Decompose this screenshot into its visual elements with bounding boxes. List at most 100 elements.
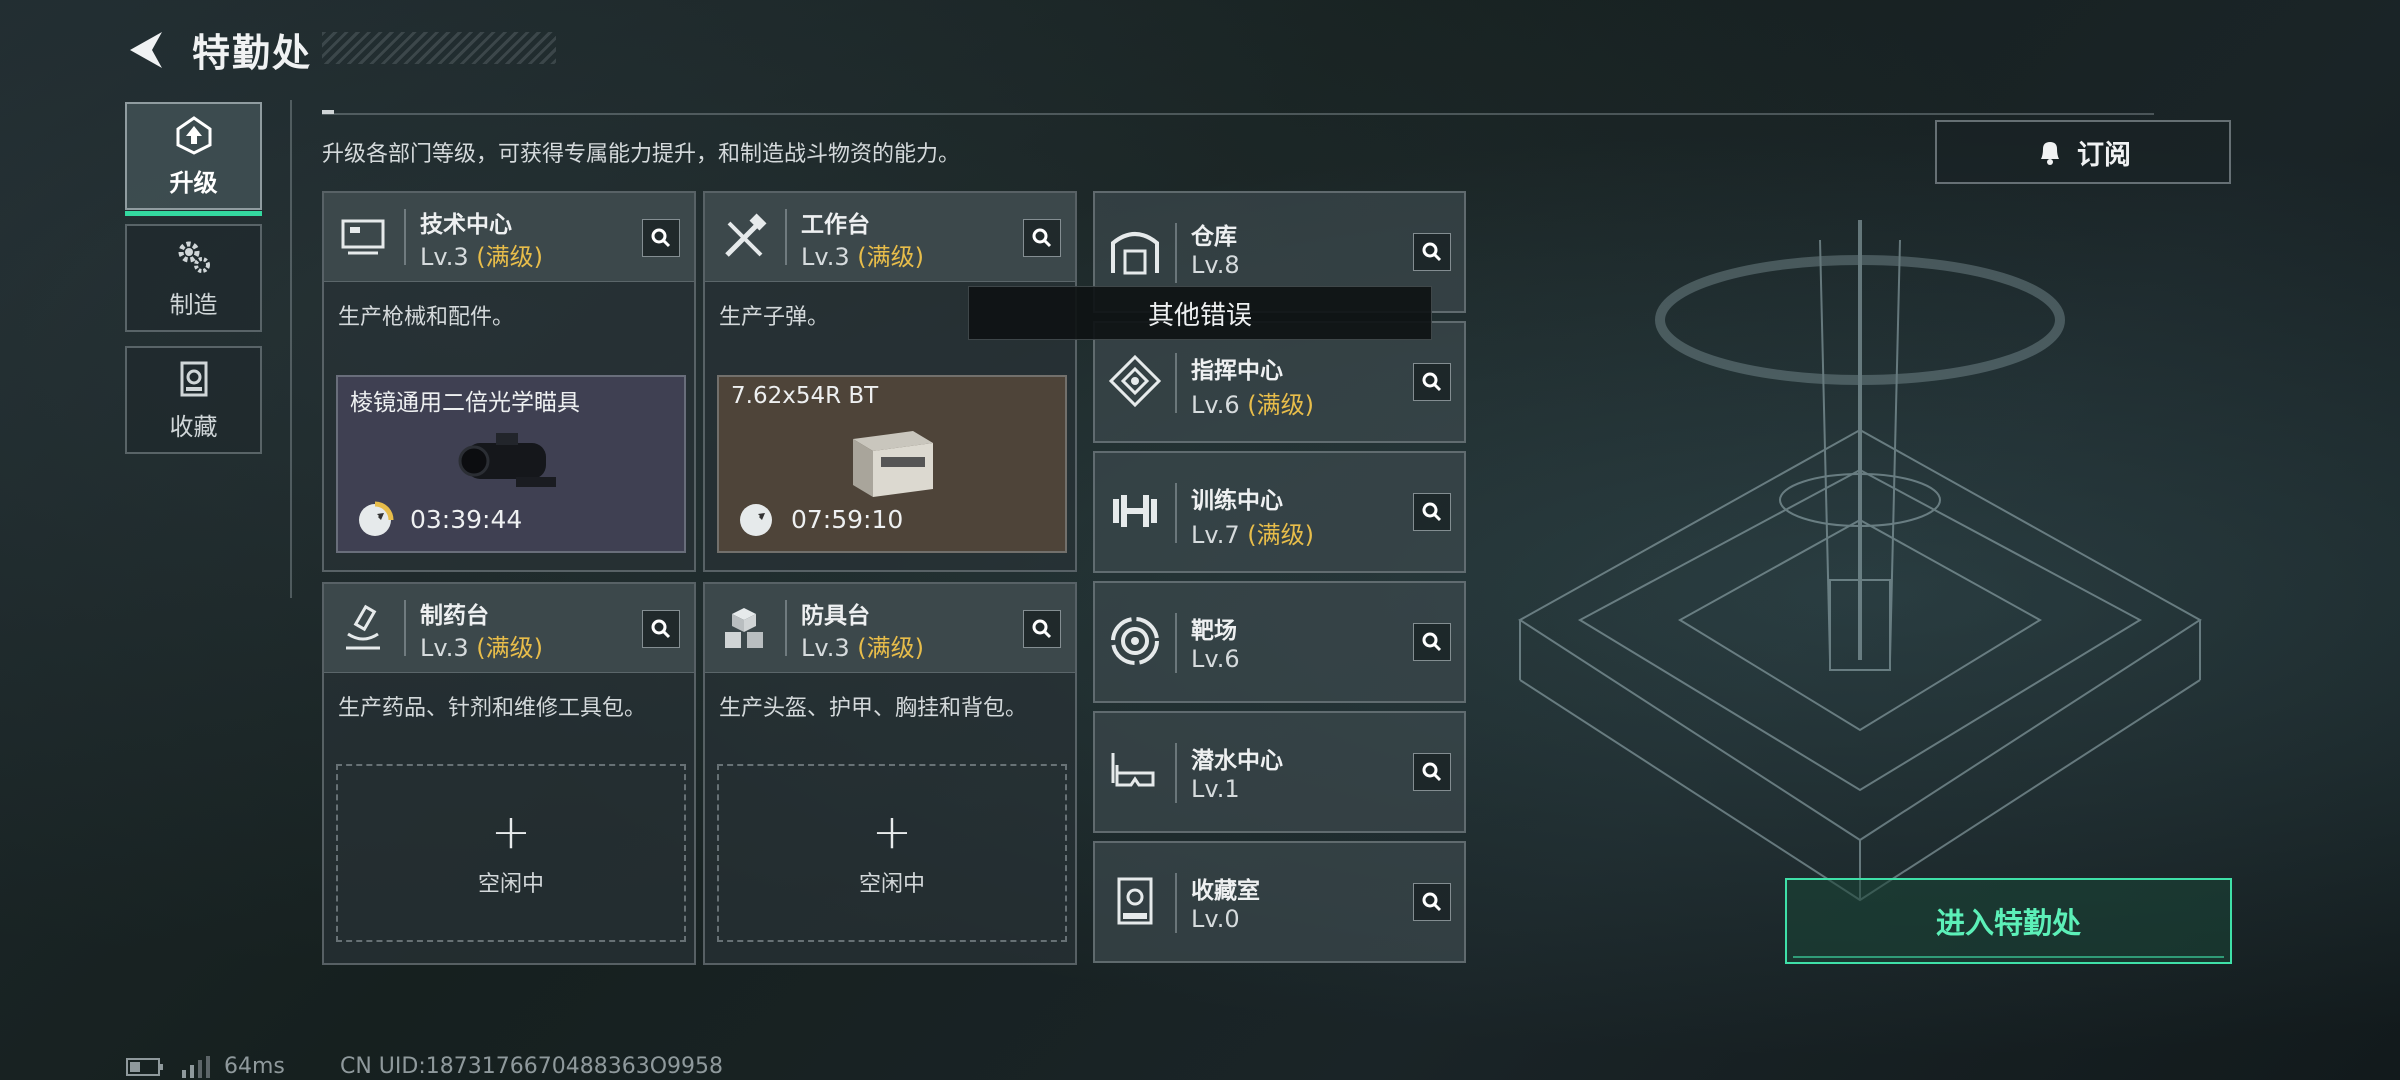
card-name: 指挥中心 xyxy=(1191,358,1283,384)
building-illustration xyxy=(1518,220,2202,902)
production-slot[interactable]: 7.62x54R BT 07:59:10 xyxy=(717,375,1067,553)
max-level-tag: (满级) xyxy=(476,634,543,662)
bell-icon xyxy=(2041,142,2059,165)
empty-production-slot[interactable]: + 空闲中 xyxy=(336,764,686,942)
separator xyxy=(1175,353,1177,413)
back-arrow-icon[interactable] xyxy=(124,28,168,72)
card-level: Lv.3 (满级) xyxy=(801,237,924,272)
card-description: 生产枪械和配件。 xyxy=(338,305,515,330)
divider xyxy=(290,100,292,598)
card-header: 制药台 Lv.3 (满级) xyxy=(324,584,694,673)
error-toast: 其他错误 xyxy=(968,286,1432,340)
wrench-icon xyxy=(740,504,772,536)
dept-card-pharmacy[interactable]: 制药台 Lv.3 (满级) 生产药品、针剂和维修工具包。 + 空闲中 xyxy=(322,582,696,965)
empty-production-slot[interactable]: + 空闲中 xyxy=(717,764,1067,942)
card-description: 生产子弹。 xyxy=(719,305,830,330)
card-header: 技术中心 Lv.3 (满级) xyxy=(324,193,694,282)
search-icon xyxy=(1422,892,1442,912)
divider xyxy=(322,113,2154,115)
level-value: Lv.3 xyxy=(420,634,469,662)
battery-icon xyxy=(126,1057,163,1076)
level-value: Lv.7 xyxy=(1191,521,1240,549)
card-name: 潜水中心 xyxy=(1191,748,1283,774)
card-description: 生产头盔、护甲、胸挂和背包。 xyxy=(719,696,1028,721)
dept-card-collection-room[interactable]: 收藏室 Lv.0 xyxy=(1093,841,1466,963)
separator xyxy=(1175,743,1177,803)
cubes-icon xyxy=(725,608,763,648)
search-button[interactable] xyxy=(1413,753,1451,791)
enter-special-ops-button[interactable]: 进入特勤处 xyxy=(1785,878,2232,964)
separator xyxy=(785,209,787,265)
search-button[interactable] xyxy=(1413,623,1451,661)
microscope-icon xyxy=(346,604,380,650)
plus-icon: + xyxy=(490,804,532,860)
dept-card-workbench[interactable]: 工作台 Lv.3 (满级) 生产子弹。 7.62x54R BT 07:59:10 xyxy=(703,191,1077,572)
max-level-tag: (满级) xyxy=(857,243,924,271)
search-button[interactable] xyxy=(1413,233,1451,271)
dept-card-training-center[interactable]: 训练中心 Lv.7 (满级) xyxy=(1093,451,1466,573)
card-header: 工作台 Lv.3 (满级) xyxy=(705,193,1075,282)
production-timer: 07:59:10 xyxy=(791,505,904,534)
timer-icon xyxy=(359,501,394,536)
diving-mask-icon xyxy=(1111,753,1155,787)
level-value: Lv.3 xyxy=(801,243,850,271)
separator xyxy=(1175,873,1177,933)
level-value: Lv.3 xyxy=(420,243,469,271)
dept-card-shooting-range[interactable]: 靶场 Lv.6 xyxy=(1093,581,1466,703)
gear-icon xyxy=(178,241,210,273)
production-slot[interactable]: 棱镜通用二倍光学瞄具 03:39:44 xyxy=(336,375,686,553)
max-level-tag: (满级) xyxy=(1247,391,1314,419)
nav-label: 收藏 xyxy=(169,412,218,441)
display-case-icon xyxy=(1117,877,1153,925)
max-level-tag: (满级) xyxy=(1247,521,1314,549)
level-value: Lv.1 xyxy=(1191,775,1240,803)
nav-upgrade[interactable]: 升级 xyxy=(125,102,262,216)
subscribe-button[interactable]: 订阅 xyxy=(1935,120,2231,184)
level-value: Lv.6 xyxy=(1191,645,1240,673)
search-icon xyxy=(1422,762,1442,782)
search-icon xyxy=(1422,502,1442,522)
idle-label: 空闲中 xyxy=(858,872,925,897)
nav-label: 制造 xyxy=(169,290,218,319)
search-icon xyxy=(1422,632,1442,652)
card-level: Lv.6 xyxy=(1191,645,1240,673)
page-description: 升级各部门等级，可获得专属能力提升，和制造战斗物资的能力。 xyxy=(322,142,961,167)
search-icon xyxy=(1032,619,1052,639)
search-button[interactable] xyxy=(1023,610,1061,648)
target-icon xyxy=(1111,617,1159,665)
card-level: Lv.3 (满级) xyxy=(420,628,543,663)
dumbbell-icon xyxy=(1113,495,1157,527)
search-icon xyxy=(651,619,671,639)
search-button[interactable] xyxy=(642,219,680,257)
tools-icon xyxy=(725,213,767,257)
search-icon xyxy=(651,228,671,248)
nav-collection[interactable]: 收藏 xyxy=(125,346,262,454)
search-button[interactable] xyxy=(1413,493,1451,531)
max-level-tag: (满级) xyxy=(476,243,543,271)
plus-icon: + xyxy=(871,804,913,860)
nav-manufacture[interactable]: 制造 xyxy=(125,224,262,332)
dept-card-tech-center[interactable]: 技术中心 Lv.3 (满级) 生产枪械和配件。 棱镜通用二倍光学瞄具 03:39… xyxy=(322,191,696,572)
scope-image xyxy=(458,433,556,487)
card-name: 训练中心 xyxy=(1191,488,1283,514)
dept-card-diving-center[interactable]: 潜水中心 Lv.1 xyxy=(1093,711,1466,833)
separator xyxy=(1175,223,1177,283)
search-button[interactable] xyxy=(1023,219,1061,257)
product-name: 7.62x54R BT xyxy=(731,383,879,409)
separator xyxy=(404,600,406,656)
dept-card-armor-bench[interactable]: 防具台 Lv.3 (满级) 生产头盔、护甲、胸挂和背包。 + 空闲中 xyxy=(703,582,1077,965)
search-icon xyxy=(1422,372,1442,392)
level-value: Lv.6 xyxy=(1191,391,1240,419)
search-button[interactable] xyxy=(642,610,680,648)
card-level: Lv.7 (满级) xyxy=(1191,515,1314,550)
separator xyxy=(785,600,787,656)
search-button[interactable] xyxy=(1413,363,1451,401)
title-decoration xyxy=(322,32,556,64)
search-button[interactable] xyxy=(1413,883,1451,921)
card-name: 收藏室 xyxy=(1191,878,1260,904)
card-level: Lv.1 xyxy=(1191,775,1240,803)
level-value: Lv.8 xyxy=(1191,251,1240,279)
card-level: Lv.8 xyxy=(1191,251,1240,279)
card-name: 仓库 xyxy=(1191,224,1237,250)
signal-icon xyxy=(182,1055,210,1078)
